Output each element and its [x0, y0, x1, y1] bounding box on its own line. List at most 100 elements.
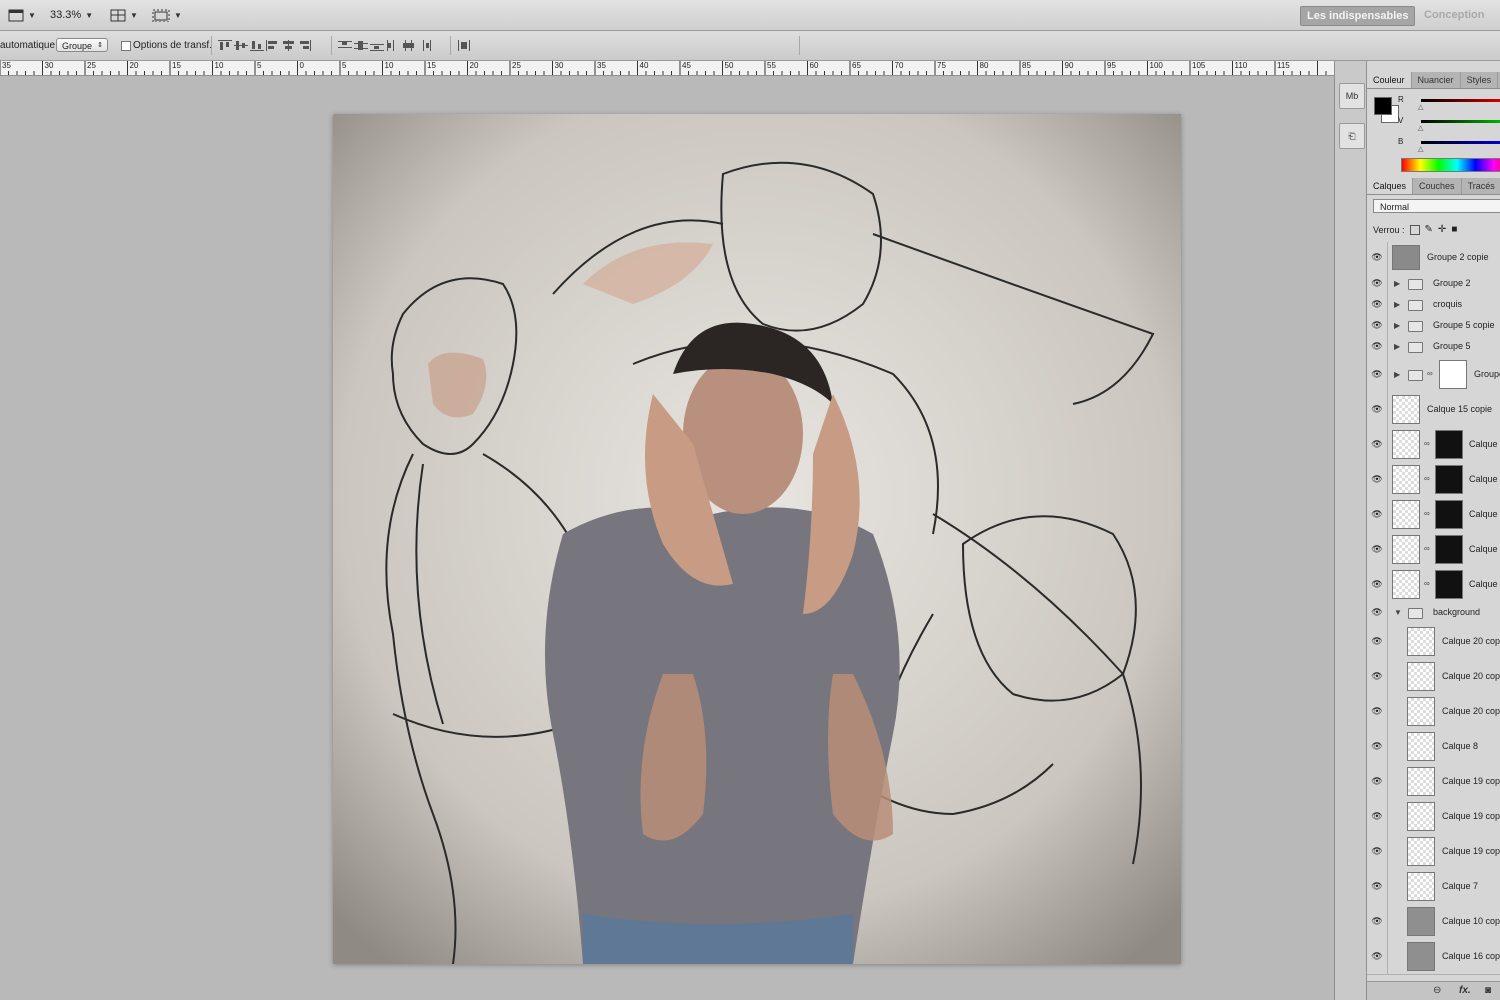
visibility-eye-icon[interactable]: 👁	[1370, 404, 1384, 414]
layer-row[interactable]: 👁 Calque 20 copie	[1367, 624, 1500, 660]
lock-transparency-icon[interactable]	[1409, 224, 1420, 235]
mask-link-icon[interactable]: ∞	[1424, 544, 1430, 553]
slider-r[interactable]	[1421, 99, 1500, 102]
mask-link-icon[interactable]: ∞	[1427, 369, 1433, 378]
layer-mask-thumbnail[interactable]	[1435, 570, 1463, 599]
zoom-dropdown[interactable]: 33.3% ▼	[50, 7, 93, 23]
layer-row[interactable]: 👁 Groupe 2 copie	[1367, 242, 1500, 274]
layer-row[interactable]: 👁 Calque 19 copie	[1367, 764, 1500, 800]
history-icon[interactable]: ⎗	[1339, 123, 1365, 149]
layer-thumbnail[interactable]	[1407, 872, 1435, 901]
layer-thumbnail[interactable]	[1392, 430, 1420, 459]
slider-thumb-icon[interactable]: △	[1418, 124, 1423, 132]
slider-thumb-icon[interactable]: △	[1418, 145, 1423, 153]
layer-mask-thumbnail[interactable]	[1435, 465, 1463, 494]
visibility-eye-icon[interactable]: 👁	[1370, 474, 1384, 484]
align-top-icon[interactable]	[218, 40, 232, 51]
layer-mask-thumbnail[interactable]	[1435, 535, 1463, 564]
align-vcenter-icon[interactable]	[234, 40, 248, 51]
link-layers-icon[interactable]: ⊖	[1433, 985, 1441, 996]
layer-row[interactable]: 👁 ∞ Calque 3	[1367, 567, 1500, 603]
visibility-eye-icon[interactable]: 👁	[1370, 881, 1384, 891]
slider-b[interactable]	[1421, 141, 1500, 144]
lock-paint-icon[interactable]: ✎	[1425, 224, 1433, 235]
layer-mask-thumbnail[interactable]	[1435, 500, 1463, 529]
layer-thumbnail[interactable]	[1407, 802, 1435, 831]
workspace-design-button[interactable]: Conception	[1418, 6, 1491, 24]
layer-row[interactable]: 👁 Calque 16 copie	[1367, 939, 1500, 975]
fx-icon[interactable]: fx.	[1459, 985, 1471, 996]
layer-thumbnail[interactable]	[1407, 732, 1435, 761]
visibility-eye-icon[interactable]: 👁	[1370, 439, 1384, 449]
tab-layers[interactable]: Calques	[1367, 178, 1414, 194]
layer-thumbnail[interactable]	[1407, 662, 1435, 691]
lock-position-icon[interactable]: ✛	[1438, 224, 1446, 235]
arrange-documents-button[interactable]: ▼	[110, 7, 138, 23]
layer-row[interactable]: 👁 Calque 15 copie	[1367, 392, 1500, 428]
distribute-right-icon[interactable]	[418, 40, 432, 51]
slider-thumb-icon[interactable]: △	[1418, 103, 1423, 111]
layer-row[interactable]: 👁 Calque 7	[1367, 869, 1500, 905]
layer-row[interactable]: 👁 ∞ Calque	[1367, 462, 1500, 498]
layer-thumbnail[interactable]	[1392, 570, 1420, 599]
workspace-essentials-button[interactable]: Les indispensables	[1300, 6, 1416, 26]
visibility-eye-icon[interactable]: 👁	[1370, 706, 1384, 716]
layer-mask-thumbnail[interactable]	[1439, 360, 1467, 389]
auto-select-dropdown[interactable]: Groupe ⇕	[56, 38, 108, 52]
mask-link-icon[interactable]: ∞	[1424, 474, 1430, 483]
layer-row[interactable]: 👁 ▶ Groupe 2	[1367, 273, 1500, 295]
visibility-eye-icon[interactable]: 👁	[1370, 369, 1384, 379]
visibility-eye-icon[interactable]: 👁	[1370, 951, 1384, 961]
color-spectrum-bar[interactable]	[1401, 158, 1500, 172]
layer-row[interactable]: 👁 Calque 20 copie	[1367, 659, 1500, 695]
layer-thumbnail[interactable]	[1407, 837, 1435, 866]
layer-row[interactable]: 👁 Calque 19 copie	[1367, 834, 1500, 870]
visibility-eye-icon[interactable]: 👁	[1370, 916, 1384, 926]
add-mask-icon[interactable]: ◙	[1485, 985, 1491, 996]
visibility-eye-icon[interactable]: 👁	[1370, 341, 1384, 351]
mini-bridge-button[interactable]: Mb	[1339, 83, 1365, 109]
auto-align-layers-icon[interactable]	[457, 40, 471, 51]
distribute-vcenter-icon[interactable]	[354, 40, 368, 51]
tab-channels[interactable]: Couches	[1413, 178, 1462, 194]
tab-styles[interactable]: Styles	[1461, 72, 1499, 88]
layer-thumbnail[interactable]	[1392, 245, 1420, 270]
layer-row[interactable]: 👁 ∞ Calque 6	[1367, 497, 1500, 533]
layer-thumbnail[interactable]	[1392, 465, 1420, 494]
layer-row[interactable]: 👁 Calque 10 copie	[1367, 904, 1500, 940]
layer-thumbnail[interactable]	[1407, 907, 1435, 936]
canvas-area[interactable]	[0, 76, 1334, 1000]
layer-row[interactable]: 👁 Calque 8	[1367, 729, 1500, 765]
layer-thumbnail[interactable]	[1407, 767, 1435, 796]
layer-mask-thumbnail[interactable]	[1435, 430, 1463, 459]
mask-link-icon[interactable]: ∞	[1424, 509, 1430, 518]
visibility-eye-icon[interactable]: 👁	[1370, 544, 1384, 554]
visibility-eye-icon[interactable]: 👁	[1370, 252, 1384, 262]
layer-row[interactable]: 👁 ▶ croquis	[1367, 294, 1500, 316]
layer-row[interactable]: 👁 ▶ Groupe 5 copie	[1367, 315, 1500, 337]
visibility-eye-icon[interactable]: 👁	[1370, 607, 1384, 617]
slider-v[interactable]	[1421, 120, 1500, 123]
tab-paths[interactable]: Tracés	[1462, 178, 1500, 194]
distribute-left-icon[interactable]	[386, 40, 400, 51]
visibility-eye-icon[interactable]: 👁	[1370, 278, 1384, 288]
visibility-eye-icon[interactable]: 👁	[1370, 509, 1384, 519]
layer-row[interactable]: 👁 ∞ Calque	[1367, 427, 1500, 463]
distribute-bottom-icon[interactable]	[370, 40, 384, 51]
collapse-triangle-icon[interactable]: ▼	[1394, 608, 1402, 617]
layer-thumbnail[interactable]	[1407, 942, 1435, 971]
visibility-eye-icon[interactable]: 👁	[1370, 846, 1384, 856]
layer-row[interactable]: 👁 Calque 19 copie	[1367, 799, 1500, 835]
layer-thumbnail[interactable]	[1407, 697, 1435, 726]
align-hcenter-icon[interactable]	[282, 40, 296, 51]
layer-row[interactable]: 👁 ▶ Groupe 5	[1367, 336, 1500, 358]
layer-row[interactable]: 👁 ∞ Calque	[1367, 532, 1500, 568]
align-right-icon[interactable]	[298, 40, 312, 51]
visibility-eye-icon[interactable]: 👁	[1370, 299, 1384, 309]
layer-thumbnail[interactable]	[1392, 535, 1420, 564]
visibility-eye-icon[interactable]: 👁	[1370, 776, 1384, 786]
visibility-eye-icon[interactable]: 👁	[1370, 579, 1384, 589]
mask-link-icon[interactable]: ∞	[1424, 579, 1430, 588]
expand-triangle-icon[interactable]: ▶	[1394, 300, 1400, 309]
blend-mode-dropdown[interactable]: Normal	[1373, 199, 1500, 213]
